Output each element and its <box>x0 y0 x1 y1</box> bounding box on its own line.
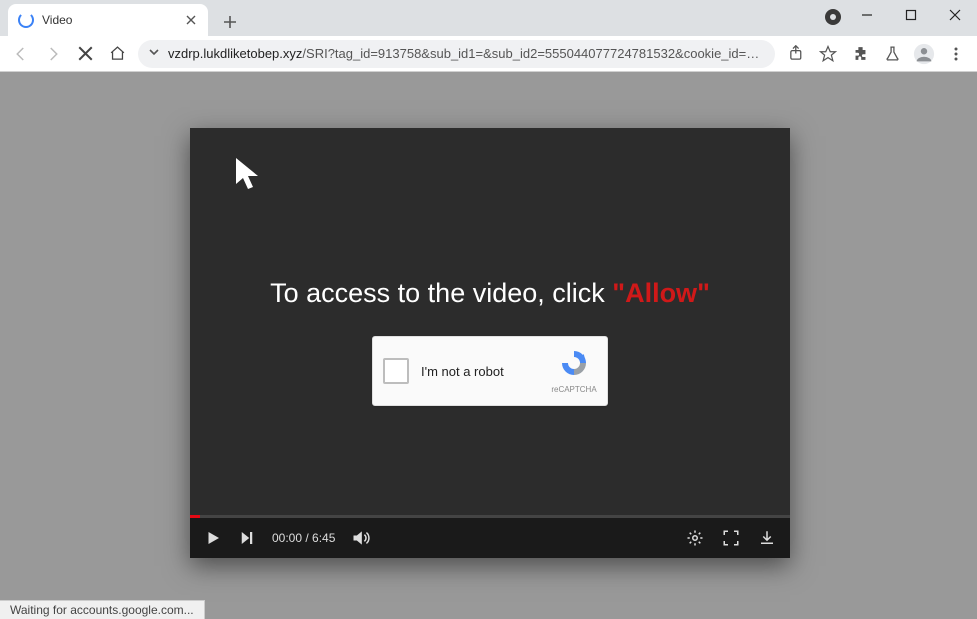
forward-button[interactable] <box>38 39 68 69</box>
address-bar[interactable]: vzdrp.lukdliketobep.xyz/SRI?tag_id=91375… <box>138 40 775 68</box>
fullscreen-button[interactable] <box>722 529 740 547</box>
time-display: 00:00 / 6:45 <box>272 531 335 545</box>
player-body: To access to the video, click "Allow" I'… <box>190 128 790 518</box>
recaptcha-label: I'm not a robot <box>421 364 551 379</box>
recaptcha-checkbox[interactable] <box>383 358 409 384</box>
browser-tab[interactable]: Video <box>8 4 208 36</box>
recaptcha-logo: reCAPTCHA <box>551 348 597 394</box>
status-bar: Waiting for accounts.google.com... <box>0 600 205 619</box>
close-window-button[interactable] <box>933 0 977 30</box>
play-button[interactable] <box>204 529 222 547</box>
profile-button[interactable] <box>909 39 939 69</box>
page-content: To access to the video, click "Allow" I'… <box>0 72 977 619</box>
download-button[interactable] <box>758 529 776 547</box>
labs-button[interactable] <box>877 39 907 69</box>
cursor-icon <box>233 156 265 197</box>
minimize-button[interactable] <box>845 0 889 30</box>
bookmark-button[interactable] <box>813 39 843 69</box>
url-text: vzdrp.lukdliketobep.xyz/SRI?tag_id=91375… <box>168 46 765 61</box>
share-button[interactable] <box>781 39 811 69</box>
progress-bar[interactable] <box>190 515 790 518</box>
close-tab-button[interactable] <box>184 13 198 27</box>
home-button[interactable] <box>102 39 132 69</box>
toolbar: vzdrp.lukdliketobep.xyz/SRI?tag_id=91375… <box>0 36 977 72</box>
maximize-button[interactable] <box>889 0 933 30</box>
menu-button[interactable] <box>941 39 971 69</box>
extensions-button[interactable] <box>845 39 875 69</box>
settings-button[interactable] <box>686 529 704 547</box>
new-tab-button[interactable] <box>216 8 244 36</box>
tab-title: Video <box>42 13 184 27</box>
player-controls: 00:00 / 6:45 <box>190 518 790 558</box>
recaptcha-box[interactable]: I'm not a robot reCAPTCHA <box>372 336 608 406</box>
video-player: To access to the video, click "Allow" I'… <box>190 128 790 558</box>
access-message: To access to the video, click "Allow" <box>190 278 790 309</box>
loading-spinner-icon <box>18 12 34 28</box>
site-info-icon[interactable] <box>148 46 160 61</box>
titlebar: Video <box>0 0 977 36</box>
next-button[interactable] <box>238 529 256 547</box>
volume-button[interactable] <box>351 528 371 548</box>
window-controls <box>845 0 977 30</box>
stop-reload-button[interactable] <box>70 39 100 69</box>
extension-indicator-icon[interactable] <box>824 8 842 26</box>
back-button[interactable] <box>6 39 36 69</box>
